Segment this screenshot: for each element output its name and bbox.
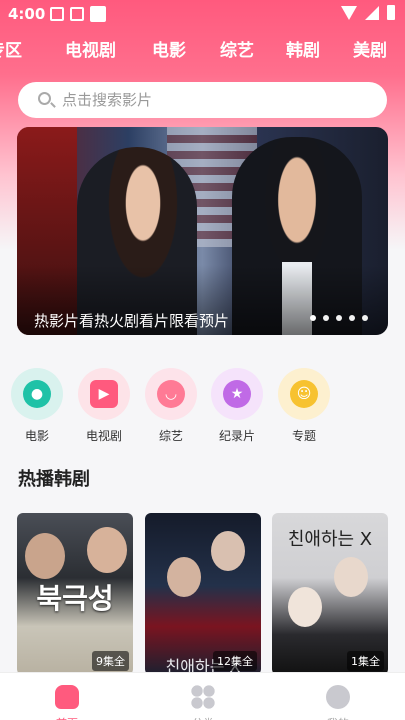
nav-label: 分类	[163, 715, 243, 720]
poster-face	[288, 587, 322, 627]
search-bar[interactable]	[18, 82, 387, 118]
battery-icon	[387, 5, 395, 20]
section-title: 热播韩剧	[18, 469, 90, 490]
search-icon	[38, 92, 51, 105]
carousel-dot[interactable]	[310, 315, 316, 321]
poster-face	[211, 531, 245, 571]
poster-title-art: 친애하는 X	[287, 529, 373, 550]
star-icon: ★	[211, 368, 263, 420]
grid-icon	[191, 685, 215, 709]
status-bar: 4:00	[0, 0, 405, 28]
nav-profile[interactable]: 我的	[298, 673, 378, 720]
tab-tv-series[interactable]: 电视剧	[65, 36, 116, 61]
category-label: 电影	[24, 429, 49, 443]
carousel-dot[interactable]	[349, 315, 355, 321]
smiley-icon: ☺	[278, 368, 330, 420]
category-topics[interactable]: ☺ 专题	[274, 368, 334, 444]
tab-us-drama[interactable]: 美剧	[353, 36, 387, 61]
banner-caption: 热影片看热火剧看片限看预片	[34, 312, 230, 330]
notification-icons	[50, 6, 106, 22]
category-tv[interactable]: ▶ 电视剧	[74, 368, 134, 444]
banner-carousel[interactable]: 热影片看热火剧看片限看预片	[17, 127, 388, 335]
poster-face	[25, 533, 65, 579]
category-label: 电视剧	[85, 429, 122, 443]
tab-movies[interactable]: 电影	[152, 36, 186, 61]
poster-card[interactable]: 북극성 9集全	[17, 513, 133, 675]
app-notification-icon	[70, 7, 84, 21]
nav-label: 我的	[298, 715, 378, 720]
carousel-dot[interactable]	[323, 315, 329, 321]
category-movie[interactable]: ● 电影	[7, 368, 67, 444]
tab-zone[interactable]: 专区	[0, 36, 22, 61]
tab-korean-drama[interactable]: 韩剧	[286, 36, 320, 61]
wifi-icon	[341, 5, 357, 20]
system-icons	[341, 5, 395, 20]
signal-icon	[365, 5, 379, 20]
poster-face	[87, 527, 127, 573]
carousel-indicator	[310, 315, 368, 321]
category-variety[interactable]: ◡ 综艺	[141, 368, 201, 444]
tab-variety[interactable]: 综艺	[220, 36, 254, 61]
episode-badge: 1集全	[347, 651, 384, 671]
category-label: 专题	[291, 429, 316, 443]
category-label: 纪录片	[218, 429, 255, 443]
bear-icon: ◡	[145, 368, 197, 420]
film-reel-icon: ●	[11, 368, 63, 420]
nav-categories[interactable]: 分类	[163, 673, 243, 720]
tv-icon: ▶	[78, 368, 130, 420]
episode-badge: 12集全	[213, 651, 257, 671]
profile-icon	[326, 685, 350, 709]
search-input[interactable]	[62, 88, 362, 112]
carousel-dot[interactable]	[336, 315, 342, 321]
carousel-dot[interactable]	[362, 315, 368, 321]
quick-categories: ● 电影 ▶ 电视剧 ◡ 综艺 ★ 纪录片 ☺ 专题	[0, 368, 405, 448]
poster-card[interactable]: 친애하는 X 12集全	[145, 513, 261, 675]
poster-face	[167, 557, 201, 597]
poster-face	[334, 557, 368, 597]
poster-card[interactable]: 친애하는 X 1集全	[272, 513, 388, 675]
category-documentary[interactable]: ★ 纪录片	[207, 368, 267, 444]
home-icon	[55, 685, 79, 709]
category-label: 综艺	[158, 429, 183, 443]
nav-label: 首页	[27, 715, 107, 720]
square-notification-icon	[90, 6, 106, 22]
bottom-navigation: 首页 分类 我的	[0, 672, 405, 720]
poster-title-art: 북극성	[36, 582, 114, 615]
category-tabs: 专区 电视剧 电影 综艺 韩剧 美剧	[0, 36, 405, 66]
gallery-notification-icon	[50, 7, 64, 21]
nav-home[interactable]: 首页	[27, 673, 107, 720]
status-time: 4:00	[8, 5, 46, 23]
episode-badge: 9集全	[92, 651, 129, 671]
